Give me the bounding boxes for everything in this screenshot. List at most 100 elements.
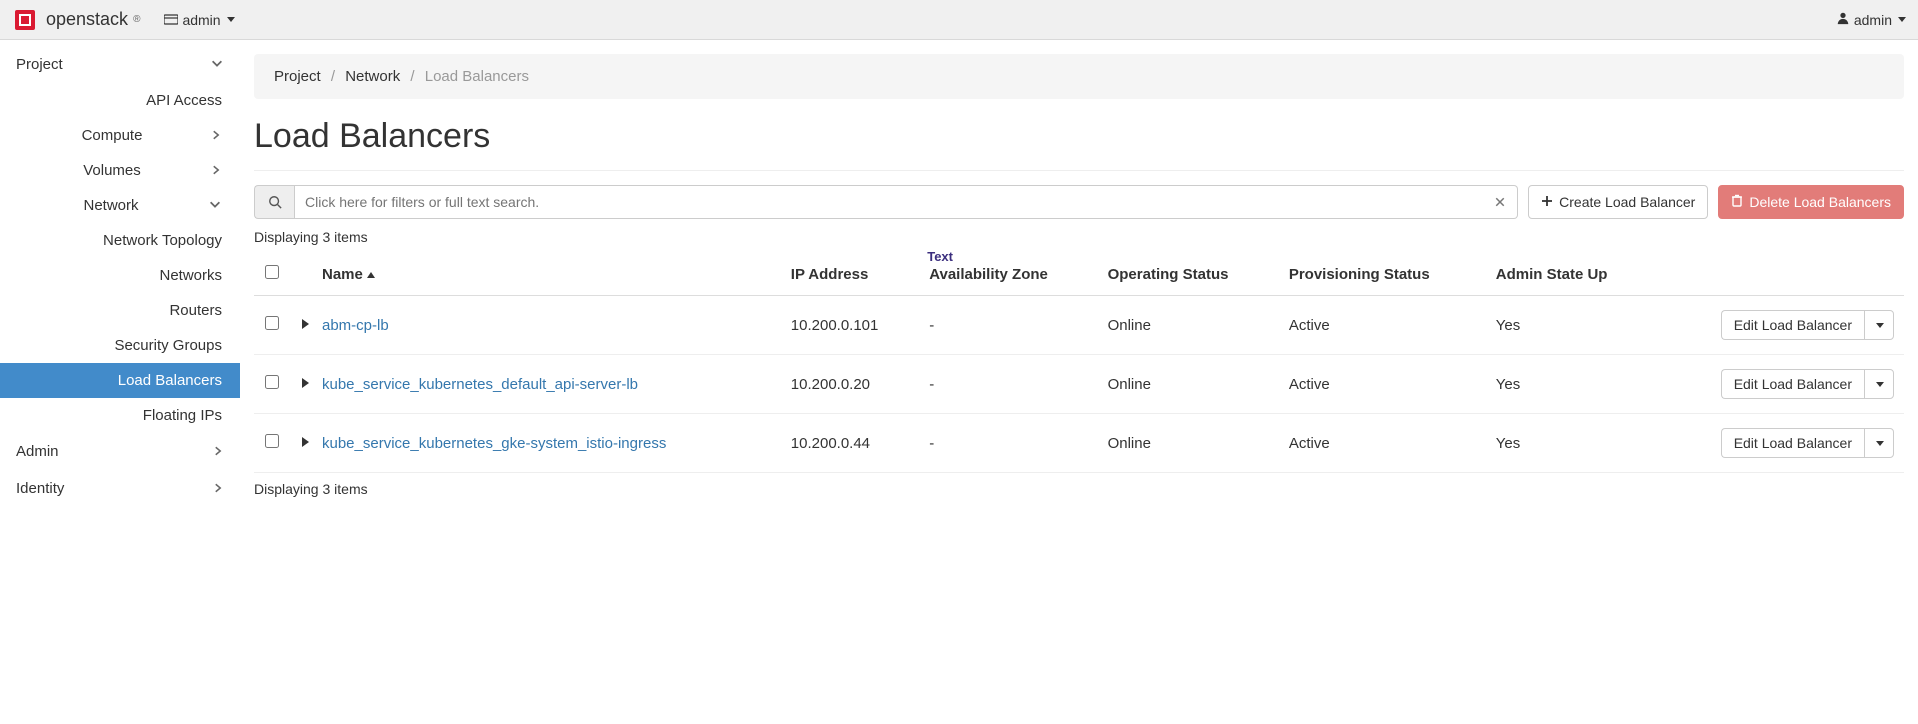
create-load-balancer-button[interactable]: Create Load Balancer <box>1528 185 1708 219</box>
edit-load-balancer-button[interactable]: Edit Load Balancer <box>1721 310 1864 340</box>
load-balancers-table: Name IP Address Text Availability Zone O… <box>254 253 1904 473</box>
cell-ip: 10.200.0.44 <box>781 414 919 473</box>
plus-icon <box>1541 194 1553 210</box>
row-checkbox[interactable] <box>265 316 279 330</box>
col-name[interactable]: Name <box>312 253 781 296</box>
cell-op-status: Online <box>1098 296 1279 355</box>
page-title: Load Balancers <box>254 117 1904 156</box>
cell-az: - <box>919 296 1097 355</box>
col-prov-status[interactable]: Provisioning Status <box>1279 253 1486 296</box>
sidebar-item-routers[interactable]: Routers <box>0 293 240 328</box>
cell-prov-status: Active <box>1279 296 1486 355</box>
domain-icon <box>164 12 178 28</box>
chevron-down-icon <box>208 197 222 214</box>
expand-row-icon[interactable] <box>300 317 310 334</box>
sidebar-group-compute[interactable]: Compute <box>0 118 240 153</box>
brand[interactable]: openstack® <box>12 7 140 33</box>
sidebar-item-load-balancers[interactable]: Load Balancers <box>0 363 240 398</box>
search-group <box>254 185 1518 219</box>
lb-name-link[interactable]: kube_service_kubernetes_gke-system_istio… <box>322 435 666 452</box>
user-menu[interactable]: admin <box>1836 11 1906 28</box>
search-input[interactable] <box>294 185 1482 219</box>
edit-load-balancer-button[interactable]: Edit Load Balancer <box>1721 369 1864 399</box>
caret-down-icon <box>1898 17 1906 22</box>
search-icon <box>254 185 294 219</box>
col-op-status[interactable]: Operating Status <box>1098 253 1279 296</box>
cell-ip: 10.200.0.101 <box>781 296 919 355</box>
sidebar-group-project[interactable]: Project <box>0 46 240 83</box>
table-row: kube_service_kubernetes_default_api-serv… <box>254 355 1904 414</box>
edit-load-balancer-button[interactable]: Edit Load Balancer <box>1721 428 1864 458</box>
cell-prov-status: Active <box>1279 355 1486 414</box>
trash-icon <box>1731 194 1743 210</box>
caret-down-icon <box>1876 323 1884 328</box>
clear-search-button[interactable] <box>1482 185 1518 219</box>
chevron-right-icon <box>212 444 224 460</box>
cell-admin-up: Yes <box>1486 355 1655 414</box>
brand-text: openstack <box>46 9 128 30</box>
chevron-right-icon <box>210 163 222 179</box>
user-label: admin <box>1854 12 1892 28</box>
cell-admin-up: Yes <box>1486 414 1655 473</box>
cell-prov-status: Active <box>1279 414 1486 473</box>
sidebar-item-floating-ips[interactable]: Floating IPs <box>0 398 240 433</box>
sidebar-group-network[interactable]: Network <box>0 188 240 223</box>
expand-row-icon[interactable] <box>300 376 310 393</box>
sidebar-label: Volumes <box>83 162 141 179</box>
lb-name-link[interactable]: abm-cp-lb <box>322 317 389 334</box>
displaying-count-bottom: Displaying 3 items <box>254 481 1904 497</box>
cell-op-status: Online <box>1098 355 1279 414</box>
caret-down-icon <box>227 17 235 22</box>
openstack-logo-icon <box>12 7 38 33</box>
overlay-text: Text <box>927 249 953 264</box>
cell-op-status: Online <box>1098 414 1279 473</box>
chevron-right-icon <box>210 128 222 144</box>
sidebar-item-network-topology[interactable]: Network Topology <box>0 223 240 258</box>
main-content: Project / Network / Load Balancers Load … <box>240 40 1918 525</box>
row-actions-dropdown[interactable] <box>1864 428 1894 458</box>
sidebar-item-security-groups[interactable]: Security Groups <box>0 328 240 363</box>
row-actions-dropdown[interactable] <box>1864 369 1894 399</box>
sidebar-label: Compute <box>82 127 143 144</box>
col-ip[interactable]: IP Address <box>781 253 919 296</box>
select-all-checkbox[interactable] <box>265 265 279 279</box>
sidebar-group-identity[interactable]: Identity <box>0 470 240 507</box>
col-admin-up[interactable]: Admin State Up <box>1486 253 1655 296</box>
sidebar-label: Network <box>83 197 138 214</box>
button-label: Delete Load Balancers <box>1749 194 1891 210</box>
cell-ip: 10.200.0.20 <box>781 355 919 414</box>
toolbar: Create Load Balancer Delete Load Balance… <box>254 185 1904 219</box>
project-name: admin <box>182 12 220 28</box>
sidebar-group-volumes[interactable]: Volumes <box>0 153 240 188</box>
cell-az: - <box>919 355 1097 414</box>
table-row: kube_service_kubernetes_gke-system_istio… <box>254 414 1904 473</box>
breadcrumb-project[interactable]: Project <box>274 68 321 85</box>
top-navbar: openstack® admin admin <box>0 0 1918 40</box>
caret-down-icon <box>1876 382 1884 387</box>
breadcrumb: Project / Network / Load Balancers <box>254 54 1904 99</box>
sidebar: Project API Access Compute Volumes Netwo… <box>0 40 240 525</box>
expand-row-icon[interactable] <box>300 435 310 452</box>
col-az[interactable]: Text Availability Zone <box>919 253 1097 296</box>
button-label: Create Load Balancer <box>1559 194 1695 210</box>
delete-load-balancers-button[interactable]: Delete Load Balancers <box>1718 185 1904 219</box>
user-icon <box>1836 11 1850 28</box>
row-checkbox[interactable] <box>265 434 279 448</box>
lb-name-link[interactable]: kube_service_kubernetes_default_api-serv… <box>322 376 638 393</box>
sidebar-label: Identity <box>16 480 64 497</box>
caret-down-icon <box>1876 441 1884 446</box>
table-row: abm-cp-lb10.200.0.101-OnlineActiveYesEdi… <box>254 296 1904 355</box>
chevron-right-icon <box>212 481 224 497</box>
sort-asc-icon <box>367 272 375 278</box>
cell-az: - <box>919 414 1097 473</box>
breadcrumb-current: Load Balancers <box>425 68 529 85</box>
sidebar-label: Admin <box>16 443 59 460</box>
breadcrumb-network[interactable]: Network <box>345 68 400 85</box>
sidebar-label: Project <box>16 56 63 73</box>
project-selector[interactable]: admin <box>164 12 234 28</box>
sidebar-group-admin[interactable]: Admin <box>0 433 240 470</box>
sidebar-item-api-access[interactable]: API Access <box>0 83 240 118</box>
row-checkbox[interactable] <box>265 375 279 389</box>
row-actions-dropdown[interactable] <box>1864 310 1894 340</box>
sidebar-item-networks[interactable]: Networks <box>0 258 240 293</box>
